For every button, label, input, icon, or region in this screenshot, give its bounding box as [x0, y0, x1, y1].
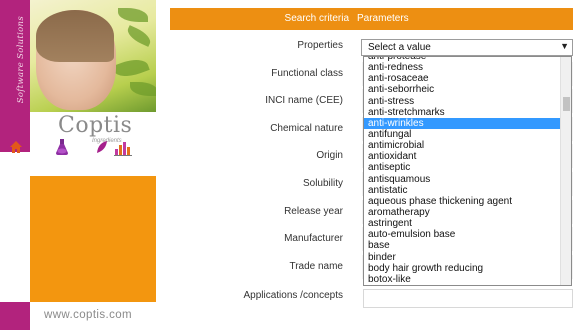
- label-solubility: Solubility: [302, 178, 343, 189]
- dropdown-option[interactable]: anti-stretchmarks: [364, 107, 561, 118]
- orange-panel: [30, 176, 156, 302]
- bottom-strip: [0, 302, 30, 330]
- dropdown-option[interactable]: antimicrobial: [364, 140, 561, 151]
- label-release-year: Release year: [284, 206, 343, 217]
- dropdown-option[interactable]: antifungal: [364, 129, 561, 140]
- label-functional-class: Functional class: [271, 68, 343, 79]
- dropdown-option[interactable]: anti-stress: [364, 96, 561, 107]
- label-applications: Applications /concepts: [243, 290, 343, 301]
- chevron-down-icon[interactable]: ▼: [560, 41, 569, 51]
- applications-concepts-field[interactable]: [363, 289, 573, 308]
- header-photo: [30, 0, 156, 112]
- label-properties: Properties: [297, 40, 343, 51]
- dropdown-option[interactable]: body hair growth reducing: [364, 263, 561, 274]
- dropdown-option[interactable]: anti-rosaceae: [364, 73, 561, 84]
- bar-chart-icon[interactable]: [113, 140, 133, 156]
- brand-strip: Software Solutions: [0, 0, 30, 152]
- brand-tagline: Software Solutions: [16, 16, 26, 104]
- website-link[interactable]: www.coptis.com: [44, 309, 132, 321]
- dropdown-option[interactable]: auto-emulsion base: [364, 229, 561, 240]
- flask-icon[interactable]: [54, 138, 70, 156]
- label-chemical-nature: Chemical nature: [270, 123, 343, 134]
- dropdown-option[interactable]: botox-like: [364, 274, 561, 285]
- dropdown-option[interactable]: aqueous phase thickening agent: [364, 196, 561, 207]
- header-parameters: Parameters: [357, 13, 409, 24]
- label-trade-name: Trade name: [289, 261, 343, 272]
- dropdown-option[interactable]: anti-wrinkles: [364, 117, 561, 129]
- label-origin: Origin: [316, 150, 343, 161]
- properties-select-value: Select a value: [368, 42, 431, 53]
- dropdown-option[interactable]: antiseptic: [364, 162, 561, 173]
- dropdown-option[interactable]: anti-redness: [364, 62, 561, 73]
- label-inci-name: INCI name (CEE): [265, 95, 343, 106]
- properties-select[interactable]: Select a value ▼: [361, 39, 573, 56]
- properties-dropdown-list[interactable]: anti-protease anti-redness anti-rosaceae an…: [363, 56, 572, 286]
- dropdown-option[interactable]: antistatic: [364, 185, 561, 196]
- dropdown-option[interactable]: astringent: [364, 218, 561, 229]
- dropdown-option[interactable]: base: [364, 240, 561, 251]
- scrollbar-thumb[interactable]: [563, 97, 570, 111]
- dropdown-option[interactable]: antisquamous: [364, 174, 561, 185]
- dropdown-scrollbar[interactable]: [560, 57, 571, 285]
- header-search-criteria: Search criteria: [284, 13, 349, 24]
- dropdown-options: anti-protease anti-redness anti-rosaceae an…: [364, 57, 561, 285]
- sidebar: Software Solutions Coptis Ingredients ww…: [0, 0, 158, 330]
- dropdown-option[interactable]: antioxidant: [364, 151, 561, 162]
- dropdown-option[interactable]: anti-seborrheic: [364, 84, 561, 95]
- dropdown-option[interactable]: binder: [364, 252, 561, 263]
- home-icon[interactable]: [9, 140, 23, 154]
- form-header: Search criteria Parameters: [170, 8, 573, 30]
- coptis-logo: Coptis: [58, 113, 133, 138]
- leaf-icon[interactable]: [96, 140, 108, 154]
- sidebar-icons: [0, 138, 158, 162]
- dropdown-option[interactable]: aromatherapy: [364, 207, 561, 218]
- label-manufacturer: Manufacturer: [284, 233, 343, 244]
